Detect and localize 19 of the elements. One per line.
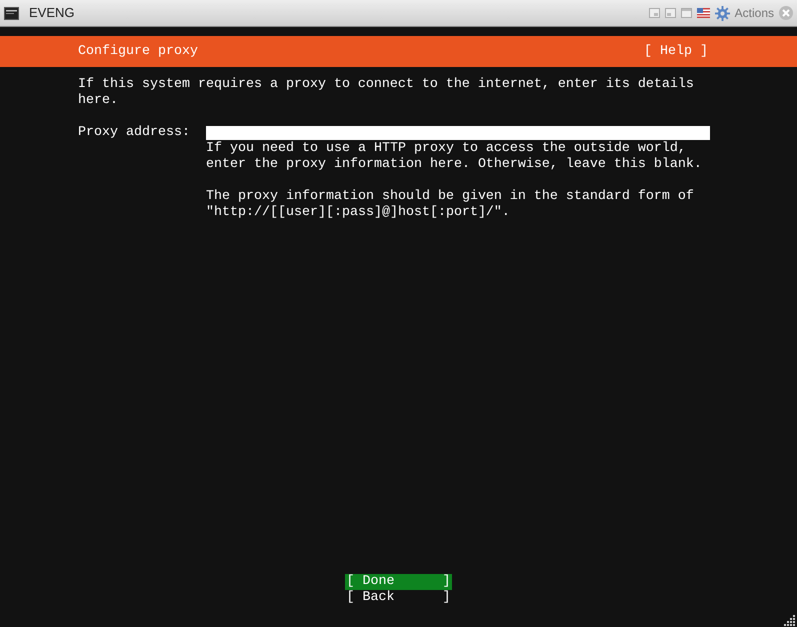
field-label: Proxy address: (78, 125, 191, 142)
window-icon[interactable] (648, 8, 660, 18)
window-icon[interactable] (664, 8, 676, 18)
resize-grip-icon[interactable] (784, 614, 796, 626)
help-button[interactable]: [ Help ] (644, 44, 708, 60)
close-icon[interactable] (779, 6, 793, 20)
menu-button[interactable]: [ Back ] (344, 590, 452, 606)
window-title: EVENG (29, 4, 75, 22)
gear-icon[interactable] (714, 6, 730, 20)
terminal-icon (4, 6, 19, 20)
intro-text: If this system requires a proxy to connect to the internet, enter its details here. (78, 77, 695, 109)
menu-button[interactable]: [ Done ] (344, 574, 452, 590)
help-text: If you need to use a HTTP proxy to access the outside world, enter the proxy information here. Otherwise, leave this blank. (206, 141, 703, 173)
screen-title: Configure proxy (78, 44, 198, 60)
maximize-icon[interactable] (680, 8, 692, 18)
proxy-address-field[interactable] (206, 126, 710, 140)
help-text: The proxy information should be given in the standard form of "http://[[user][:pass]@]host[:port]/". (206, 189, 695, 221)
flag-icon[interactable] (696, 8, 710, 18)
actions-menu[interactable]: Actions (734, 4, 774, 22)
